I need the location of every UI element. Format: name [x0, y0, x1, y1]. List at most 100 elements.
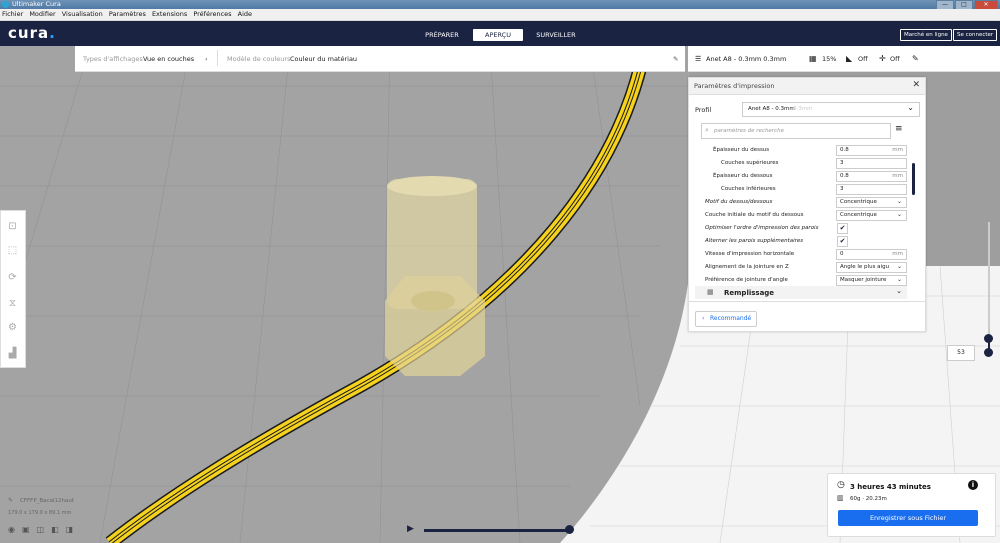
setting-select[interactable]: Concentrique ⌄	[836, 197, 907, 208]
left-view-icon[interactable]: ◧	[51, 525, 59, 534]
rotate-tool-icon[interactable]: ⟳	[6, 271, 19, 284]
setting-unit: mm	[892, 147, 903, 153]
setting-label: Préférence de jointure d'angle	[705, 277, 788, 283]
setting-label: Couches inférieures	[721, 186, 776, 192]
menu-preferences[interactable]: Préférences	[191, 9, 233, 20]
setting-checkbox[interactable]: ✔	[837, 236, 848, 247]
3d-view-icon[interactable]: ◉	[8, 525, 15, 534]
color-scheme-label: Modèle de couleurs	[227, 55, 291, 63]
layer-slider-track[interactable]	[988, 222, 990, 338]
setting-input[interactable]: 0.8 mm	[836, 145, 907, 156]
section-header-remplissage[interactable]: ▦ Remplissage ⌄	[695, 286, 907, 299]
setting-input[interactable]: 3	[836, 158, 907, 169]
view-type-value[interactable]: Vue en couches	[143, 55, 194, 63]
color-scheme-value[interactable]: Couleur du matériau	[290, 55, 357, 63]
print-time: 3 heures 43 minutes	[850, 483, 931, 491]
chevron-left-icon[interactable]: ‹	[205, 55, 208, 63]
setting-label: Vitesse d'impression horizontale	[705, 251, 795, 257]
view-options-bar: Types d'affichages Vue en couches ‹ Modè…	[75, 46, 685, 72]
menu-modifier[interactable]: Modifier	[27, 9, 57, 20]
layer-number-input[interactable]: 53	[947, 345, 975, 361]
profile-label: Profil	[695, 106, 712, 114]
support-blocker-icon[interactable]: ▟	[6, 347, 19, 360]
setting-value: 0.8	[840, 147, 849, 153]
chevron-down-icon: ⌄	[896, 263, 902, 270]
printer-icon: ☰	[695, 55, 702, 63]
object-name: CFFFP_Bacal12haut	[20, 498, 74, 504]
move-tool-icon[interactable]: ⊡	[6, 220, 19, 233]
setting-row: Couches inférieures 3	[689, 184, 925, 195]
setting-input[interactable]: 0 mm	[836, 249, 907, 260]
pencil-icon[interactable]: ✎	[912, 54, 919, 63]
path-slider-handle[interactable]	[565, 525, 574, 534]
cura-logo: cura.	[8, 24, 56, 42]
play-icon[interactable]: ▶	[407, 524, 414, 534]
pencil-icon[interactable]: ✎	[8, 497, 13, 504]
print-estimate-panel: ◷ 3 heures 43 minutes i ▥ 60g · 20.23m E…	[827, 473, 996, 537]
menu-fichier[interactable]: Fichier	[0, 9, 25, 20]
chevron-left-icon: ‹	[702, 315, 705, 322]
chevron-down-icon: ⌄	[896, 287, 902, 295]
settings-menu-icon[interactable]: ≡	[895, 124, 903, 134]
menu-extensions[interactable]: Extensions	[150, 9, 189, 20]
clock-icon: ◷	[837, 480, 845, 490]
layer-slider-bottom-handle[interactable]	[984, 348, 993, 357]
profile-value: Anet A8 - 0.3mm	[748, 106, 795, 112]
setting-value: Angle le plus aigu	[840, 264, 890, 270]
profile-summary: Anet A8 - 0.3mm 0.3mm	[706, 55, 787, 63]
settings-search-input[interactable]: ⌕ paramètres de recherche	[701, 123, 891, 139]
menu-visualisation[interactable]: Visualisation	[60, 9, 105, 20]
setting-value: Concentrique	[840, 199, 877, 205]
login-button[interactable]: Se connecter	[953, 29, 998, 41]
close-icon[interactable]: ✕	[912, 80, 920, 90]
top-view-icon[interactable]: ◫	[37, 525, 45, 534]
search-icon: ⌕	[705, 126, 709, 134]
adhesion-value: Off	[890, 55, 900, 63]
setting-label: Optimiser l'ordre d'impression des paroi…	[705, 225, 819, 231]
setting-value: Concentrique	[840, 212, 877, 218]
right-view-icon[interactable]: ◨	[66, 525, 74, 534]
setting-input[interactable]: 3	[836, 184, 907, 195]
setting-select[interactable]: Concentrique ⌄	[836, 210, 907, 221]
settings-scrollbar[interactable]	[912, 163, 915, 195]
menubar: Fichier Modifier Visualisation Paramètre…	[0, 9, 1000, 21]
setting-checkbox[interactable]: ✔	[837, 223, 848, 234]
per-model-settings-icon[interactable]: ⚙	[6, 321, 19, 334]
object-dimensions: 179.0 x 179.0 x 89.1 mm	[8, 510, 72, 516]
mirror-tool-icon[interactable]: ⧖	[6, 297, 19, 310]
info-icon[interactable]: i	[968, 480, 978, 490]
path-slider-track[interactable]	[424, 529, 570, 532]
stage-preview-tab[interactable]: APERÇU	[473, 29, 523, 41]
material-estimate: 60g · 20.23m	[850, 496, 887, 502]
save-to-file-button[interactable]: Enregistrer sous Fichier	[838, 510, 978, 526]
profile-select[interactable]: Anet A8 - 0.3mm 0.3mm ⌄	[742, 102, 920, 117]
setting-input[interactable]: 0.8 mm	[836, 171, 907, 182]
setting-label: Motif du dessus/dessous	[705, 199, 773, 205]
stage-prepare-tab[interactable]: PRÉPARER	[418, 29, 466, 41]
menu-parametres[interactable]: Paramètres	[107, 9, 148, 20]
setting-label: Alterner les parois supplémentaires	[705, 238, 804, 244]
window-controls: — □ ✕	[936, 0, 998, 10]
setting-row: Couches supérieures 3	[689, 158, 925, 169]
logo-dot: .	[49, 24, 56, 42]
menu-aide[interactable]: Aide	[236, 9, 254, 20]
window-title: Ultimaker Cura	[12, 0, 61, 8]
layer-slider-top-handle[interactable]	[984, 334, 993, 343]
app-icon	[2, 1, 9, 8]
setting-unit: mm	[892, 173, 903, 179]
stage-monitor-tab[interactable]: SURVEILLER	[530, 29, 582, 41]
setting-label: Couche initiale du motif du dessous	[705, 212, 804, 218]
recommended-button[interactable]: ‹ Recommandé	[695, 311, 757, 327]
pencil-icon[interactable]: ✎	[673, 55, 678, 63]
setting-row: Alignement de la jointure en Z Angle le p…	[689, 262, 925, 273]
model-ghost	[385, 176, 485, 376]
scale-tool-icon[interactable]: ⬚	[6, 244, 19, 257]
divider	[689, 301, 925, 302]
print-setup-header[interactable]: ☰ Anet A8 - 0.3mm 0.3mm ▦ 15% ◣ Off ✛ Of…	[688, 46, 1000, 72]
setting-select[interactable]: Angle le plus aigu ⌄	[836, 262, 907, 273]
setting-select[interactable]: Masquer jointure ⌄	[836, 275, 907, 286]
marketplace-button[interactable]: Marché en ligne	[900, 29, 952, 41]
setting-row: Vitesse d'impression horizontale 0 mm	[689, 249, 925, 260]
front-view-icon[interactable]: ▣	[22, 525, 30, 534]
chevron-down-icon: ⌄	[896, 198, 902, 205]
